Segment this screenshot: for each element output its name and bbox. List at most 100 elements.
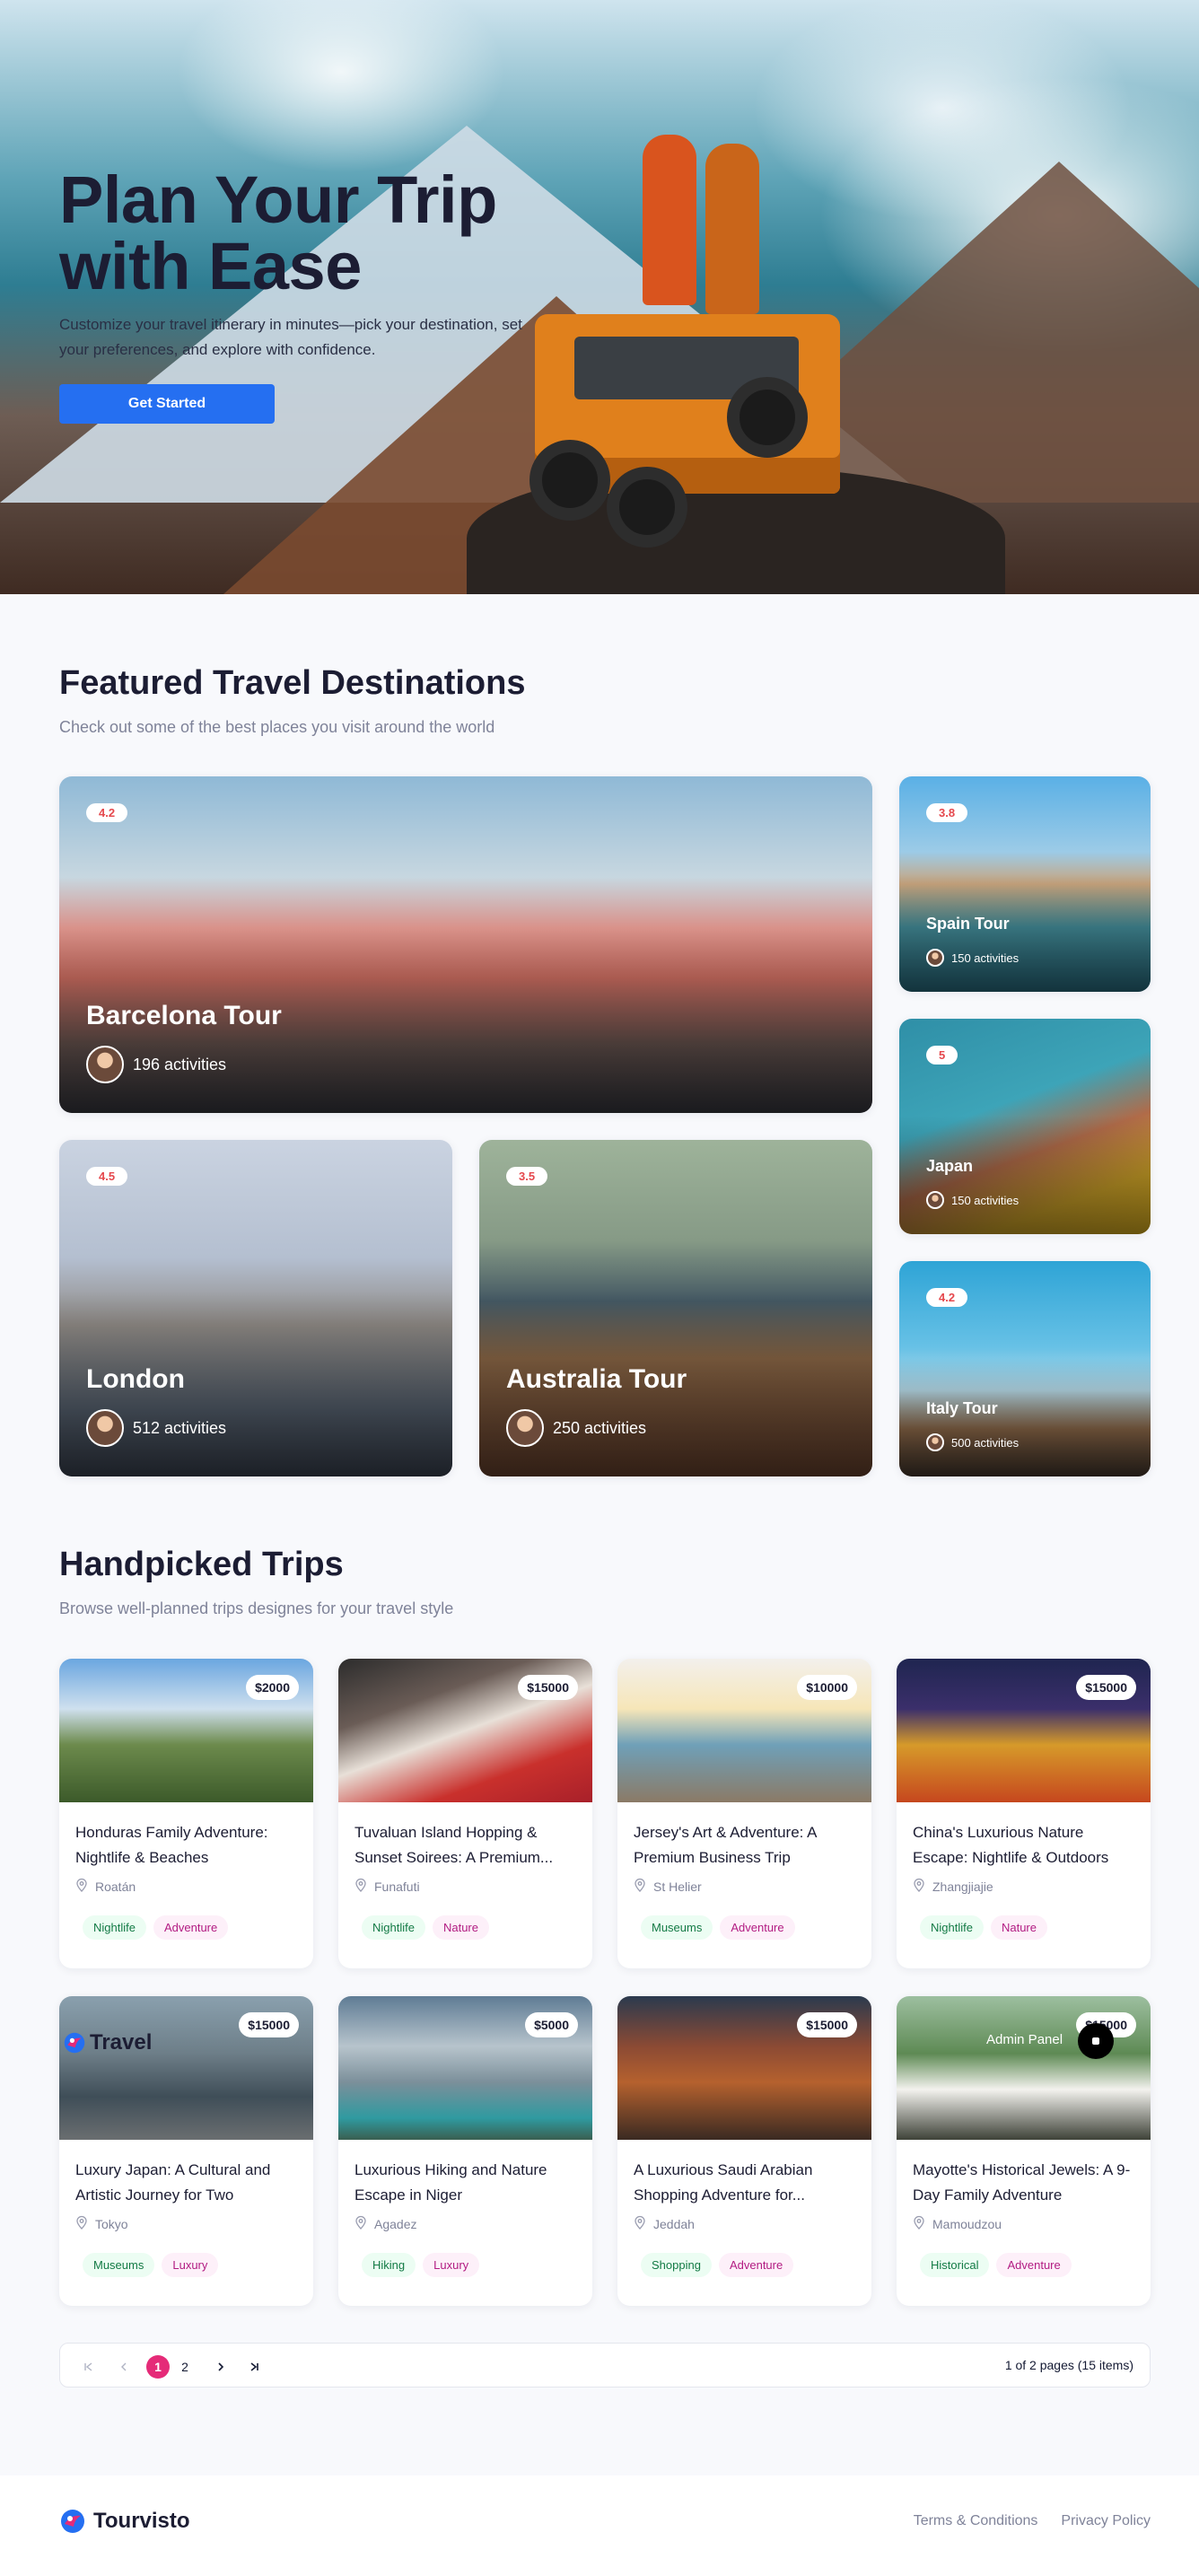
- trip-card[interactable]: Travel $15000 Luxury Japan: A Cultural and…: [59, 1996, 313, 2306]
- trip-tag: Adventure: [996, 2253, 1072, 2277]
- destination-card-spain[interactable]: 3.8 Spain Tour 150 activities: [899, 776, 1151, 992]
- overlay-logo-text: Travel: [90, 2030, 153, 2055]
- destination-activities: 150 activities: [926, 949, 1019, 967]
- first-page-icon[interactable]: [76, 2355, 100, 2379]
- trip-name: Honduras Family Adventure: Nightlife & B…: [75, 1824, 268, 1866]
- page-button-2[interactable]: 2: [173, 2355, 197, 2379]
- avatar: [86, 1409, 124, 1447]
- trip-tag: Hiking: [362, 2253, 416, 2277]
- handpicked-subtitle: Browse well-planned trips designes for y…: [59, 1599, 454, 1617]
- logo-icon: [61, 2510, 84, 2533]
- get-started-button[interactable]: Get Started: [59, 384, 275, 424]
- trip-price: $2000: [246, 1675, 299, 1700]
- logo-icon: [64, 2032, 85, 2054]
- trip-location: Zhangjiajie: [913, 1878, 993, 1895]
- activities-count: 150 activities: [951, 951, 1020, 965]
- location-pin-icon: [634, 1878, 653, 1895]
- trip-card[interactable]: $2000 Honduras Family Adventure: Nightlif…: [59, 1659, 313, 1968]
- destination-card-australia[interactable]: 3.5 Australia Tour 250 activities: [479, 1140, 872, 1476]
- trip-tags: Museums Adventure: [641, 1915, 795, 1940]
- menu-dot-icon: [1092, 2037, 1099, 2045]
- trip-location-text: Jeddah: [653, 2216, 695, 2231]
- trip-price: $10000: [797, 1675, 857, 1700]
- trip-tag: Museums: [83, 2253, 155, 2277]
- trip-tag: Nightlife: [920, 1915, 984, 1940]
- rating-badge: 4.2: [926, 1288, 968, 1307]
- trip-location: Agadez: [354, 2215, 416, 2232]
- destination-name: Spain Tour: [926, 915, 1010, 933]
- destination-activities: 196 activities: [86, 1046, 226, 1083]
- location-pin-icon: [913, 1878, 932, 1895]
- trip-card[interactable]: $15000 A Luxurious Saudi Arabian Shopping…: [617, 1996, 871, 2306]
- trip-tags: Nightlife Nature: [362, 1915, 489, 1940]
- trip-tag: Nightlife: [362, 1915, 425, 1940]
- floating-menu-button[interactable]: [1078, 2023, 1114, 2059]
- trip-price: $5000: [525, 2012, 578, 2037]
- trip-location-text: Zhangjiajie: [932, 1879, 993, 1894]
- destination-name: Barcelona Tour: [86, 1001, 282, 1030]
- destination-activities: 150 activities: [926, 1191, 1019, 1209]
- trip-tag: Shopping: [641, 2253, 712, 2277]
- destination-card-london[interactable]: 4.5 London 512 activities: [59, 1140, 452, 1476]
- page-button-1[interactable]: 1: [146, 2355, 170, 2379]
- trip-location-text: Tokyo: [95, 2216, 128, 2231]
- trip-tag: Historical: [920, 2253, 990, 2277]
- hero-subtitle: Customize your travel itinerary in minut…: [59, 316, 522, 358]
- destination-name: Australia Tour: [506, 1364, 687, 1394]
- trip-location-text: Roatán: [95, 1879, 136, 1894]
- prev-page-icon[interactable]: [112, 2355, 136, 2379]
- last-page-icon[interactable]: [243, 2355, 267, 2379]
- pagination: 1 2 1 of 2 pages (15 items): [59, 2343, 1151, 2388]
- trip-location: St Helier: [634, 1878, 702, 1895]
- pagination-info: 1 of 2 pages (15 items): [1004, 2358, 1133, 2372]
- trip-tags: Hiking Luxury: [362, 2253, 480, 2277]
- trip-card[interactable]: $5000 Luxurious Hiking and Nature Escape …: [338, 1996, 592, 2306]
- destination-activities: 512 activities: [86, 1409, 226, 1447]
- terms-link[interactable]: Terms & Conditions: [914, 2513, 1038, 2529]
- trip-price: $15000: [1076, 1675, 1136, 1700]
- destination-card-italy[interactable]: 4.2 Italy Tour 500 activities: [899, 1261, 1151, 1476]
- admin-panel-link[interactable]: Admin Panel: [986, 2032, 1063, 2047]
- hero-title-line1: Plan Your Trip: [59, 162, 497, 237]
- brand-name: Tourvisto: [93, 2509, 190, 2533]
- trip-price: $15000: [239, 2012, 299, 2037]
- activities-count: 512 activities: [133, 1418, 227, 1437]
- trip-name: Jersey's Art & Adventure: A Premium Busi…: [634, 1824, 817, 1866]
- trip-tag: Nature: [432, 1915, 489, 1940]
- rating-badge: 5: [926, 1046, 958, 1065]
- next-page-icon[interactable]: [209, 2355, 232, 2379]
- destination-name: Japan: [926, 1157, 974, 1175]
- trip-card[interactable]: $15000 Tuvaluan Island Hopping & Sunset S…: [338, 1659, 592, 1968]
- trip-tag: Adventure: [718, 2253, 794, 2277]
- trip-location: Mamoudzou: [913, 2215, 1002, 2232]
- trip-location-text: Mamoudzou: [932, 2216, 1002, 2231]
- trip-tags: Nightlife Nature: [920, 1915, 1047, 1940]
- destination-name: London: [86, 1364, 185, 1394]
- trip-tag: Museums: [641, 1915, 713, 1940]
- trip-tag: Luxury: [162, 2253, 219, 2277]
- trip-price: $15000: [797, 2012, 857, 2037]
- handpicked-title: Handpicked Trips: [59, 1546, 344, 1583]
- rating-badge: 3.5: [506, 1167, 548, 1186]
- avatar: [926, 1191, 944, 1209]
- destination-card-barcelona[interactable]: 4.2 Barcelona Tour 196 activities: [59, 776, 872, 1113]
- destination-activities: 500 activities: [926, 1433, 1019, 1451]
- destination-card-japan[interactable]: 5 Japan 150 activities: [899, 1019, 1151, 1234]
- location-pin-icon: [354, 2215, 374, 2232]
- rating-badge: 4.2: [86, 803, 128, 822]
- location-pin-icon: [75, 1878, 95, 1895]
- avatar: [506, 1409, 544, 1447]
- trip-card[interactable]: $15000 China's Luxurious Nature Escape: N…: [897, 1659, 1151, 1968]
- trip-card[interactable]: Admin Panel $15000 Mayotte's Historical Je…: [897, 1996, 1151, 2306]
- footer: Tourvisto Terms & Conditions Privacy Pol…: [0, 2475, 1199, 2576]
- footer-brand[interactable]: Tourvisto: [59, 2508, 190, 2535]
- hero-jeep-wheel: [607, 467, 687, 548]
- activities-count: 250 activities: [553, 1418, 647, 1437]
- trip-name: Luxurious Hiking and Nature Escape in Ni…: [354, 2161, 547, 2204]
- trip-tag: Adventure: [153, 1915, 229, 1940]
- trip-tags: Nightlife Adventure: [83, 1915, 229, 1940]
- trip-card[interactable]: $10000 Jersey's Art & Adventure: A Premiu…: [617, 1659, 871, 1968]
- trip-name: Tuvaluan Island Hopping & Sunset Soirees…: [354, 1824, 554, 1866]
- featured-title: Featured Travel Destinations: [59, 664, 526, 702]
- privacy-link[interactable]: Privacy Policy: [1061, 2513, 1151, 2529]
